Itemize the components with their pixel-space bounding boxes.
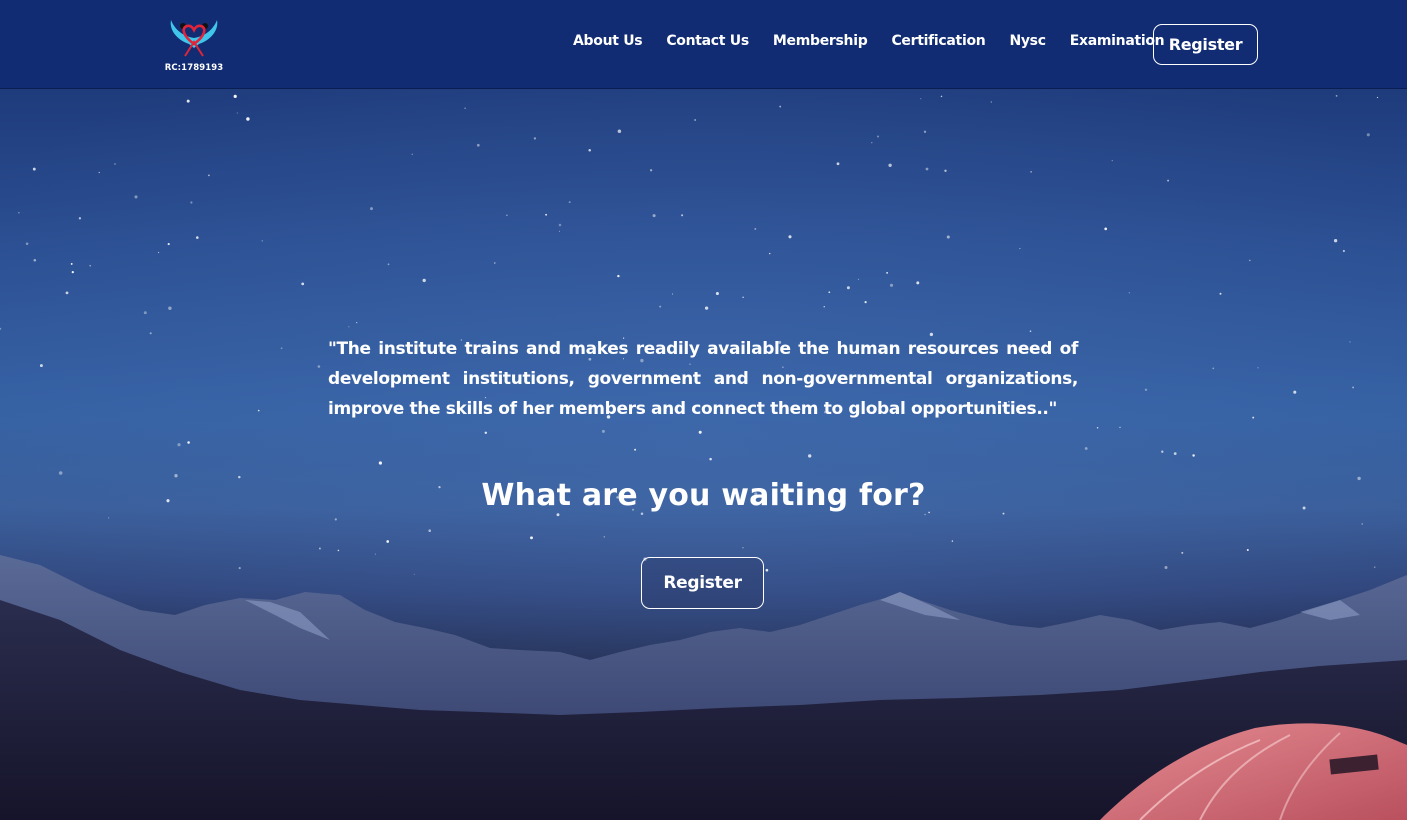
cta-heading: What are you waiting for? xyxy=(481,478,926,513)
logo-emblem-icon xyxy=(170,20,218,57)
nav-link-about-us[interactable]: About Us xyxy=(561,30,654,52)
nav-link-membership[interactable]: Membership xyxy=(761,30,880,52)
logo-rc-number: RC:1789193 xyxy=(164,63,224,73)
main-nav: About Us Contact Us Membership Certifica… xyxy=(561,30,1176,52)
nav-register-button[interactable]: Register xyxy=(1153,24,1258,65)
nav-link-certification[interactable]: Certification xyxy=(879,30,997,52)
hero-register-button[interactable]: Register xyxy=(641,557,764,609)
nav-link-nysc[interactable]: Nysc xyxy=(997,30,1057,52)
logo[interactable]: RC:1789193 xyxy=(163,16,225,76)
nav-link-contact-us[interactable]: Contact Us xyxy=(654,30,761,52)
mission-quote: "The institute trains and makes readily … xyxy=(328,339,1078,419)
top-navbar: RC:1789193 About Us Contact Us Membershi… xyxy=(0,0,1407,89)
